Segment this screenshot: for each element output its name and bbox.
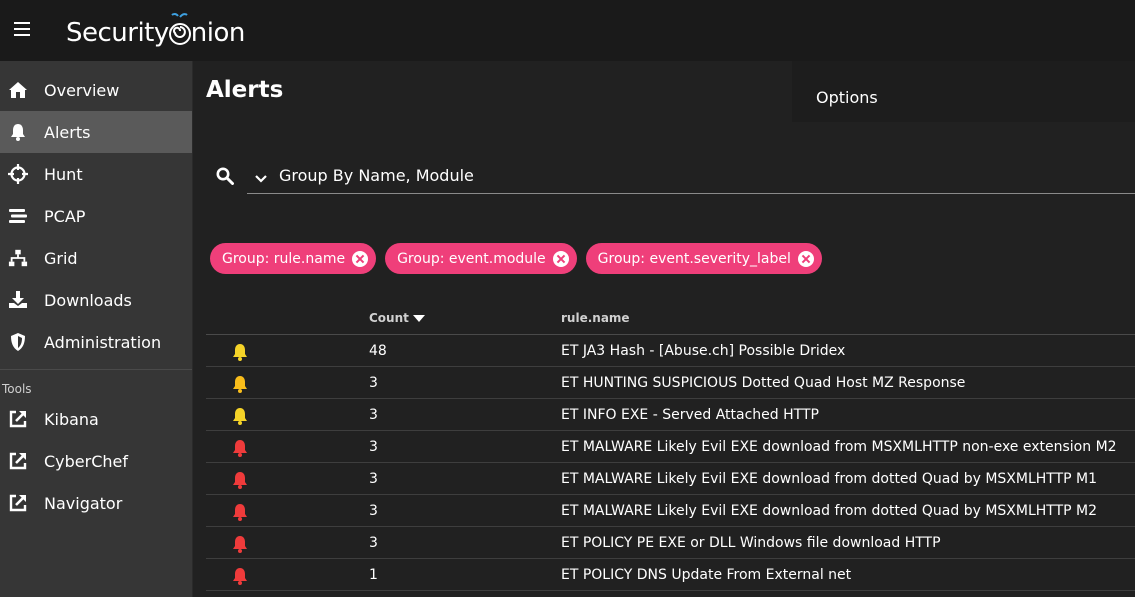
- sidebar-item-kibana[interactable]: Kibana: [0, 398, 192, 440]
- stream-icon: [8, 206, 28, 226]
- external-link-icon: [8, 451, 28, 471]
- page-title: Alerts: [206, 77, 284, 103]
- table-row[interactable]: 3 ET MALWARE Likely Evil EXE download fro…: [206, 431, 1135, 463]
- sidebar-item-label: Overview: [44, 80, 120, 100]
- group-by-chips: Group: rule.name Group: event.module Gro…: [210, 243, 822, 274]
- rule-name-cell[interactable]: ET HUNTING SUSPICIOUS Dotted Quad Host M…: [561, 375, 965, 391]
- options-panel-header[interactable]: Options: [792, 61, 1135, 122]
- rule-name-cell[interactable]: ET MALWARE Likely Evil EXE download from…: [561, 439, 1117, 455]
- rule-name-cell[interactable]: ET MALWARE Likely Evil EXE download from…: [561, 503, 1097, 519]
- external-link-icon: [8, 493, 28, 513]
- count-cell: 3: [369, 375, 378, 391]
- tools-section-label: Tools: [2, 382, 32, 396]
- sitemap-icon: [8, 248, 28, 268]
- security-onion-logo[interactable]: Security nion: [66, 12, 245, 48]
- bell-icon[interactable]: [232, 535, 248, 557]
- navigation-drawer: Overview Alerts Hunt PCAP Grid Downloads: [0, 61, 193, 597]
- bell-icon: [8, 122, 28, 142]
- chip-label: Group: event.severity_label: [597, 250, 791, 267]
- crosshairs-icon: [8, 164, 28, 184]
- table-row[interactable]: 3 ET MALWARE Likely Evil EXE download fro…: [206, 463, 1135, 495]
- sidebar-item-hunt[interactable]: Hunt: [0, 153, 192, 195]
- chip-group-event-module[interactable]: Group: event.module: [385, 243, 577, 274]
- chevron-down-icon[interactable]: [255, 168, 267, 187]
- sidebar-item-label: Navigator: [44, 493, 123, 513]
- chip-group-event-severity-label[interactable]: Group: event.severity_label: [585, 243, 822, 274]
- external-link-icon: [8, 409, 28, 429]
- count-cell: 3: [369, 503, 378, 519]
- chip-label: Group: event.module: [397, 250, 546, 267]
- sidebar-item-label: CyberChef: [44, 451, 129, 471]
- sidebar-item-navigator[interactable]: Navigator: [0, 482, 192, 524]
- count-cell: 48: [369, 343, 387, 359]
- sidebar-item-label: PCAP: [44, 206, 86, 226]
- rule-name-cell[interactable]: ET POLICY DNS Update From External net: [561, 567, 851, 583]
- rule-name-cell[interactable]: ET POLICY PE EXE or DLL Windows file dow…: [561, 535, 941, 551]
- bell-icon[interactable]: [232, 471, 248, 493]
- rule-name-cell[interactable]: ET MALWARE Likely Evil EXE download from…: [561, 471, 1097, 487]
- bell-icon[interactable]: [232, 567, 248, 589]
- sidebar-item-cyberchef[interactable]: CyberChef: [0, 440, 192, 482]
- column-header-label: Count: [369, 311, 409, 325]
- column-header-rule-name[interactable]: rule.name: [561, 311, 630, 325]
- menu-icon[interactable]: [14, 22, 30, 38]
- column-header-count[interactable]: Count: [369, 311, 425, 325]
- table-row[interactable]: 48 ET JA3 Hash - [Abuse.ch] Possible Drid…: [206, 335, 1135, 367]
- close-icon[interactable]: [352, 250, 369, 267]
- table-body: 48 ET JA3 Hash - [Abuse.ch] Possible Drid…: [206, 335, 1135, 591]
- download-icon: [8, 290, 28, 310]
- count-cell: 3: [369, 471, 378, 487]
- table-header: Count rule.name: [206, 301, 1135, 335]
- rule-name-cell[interactable]: ET JA3 Hash - [Abuse.ch] Possible Dridex: [561, 343, 845, 359]
- home-icon: [8, 80, 28, 100]
- sidebar-item-alerts[interactable]: Alerts: [0, 111, 192, 153]
- logo-text-security: Security: [66, 18, 169, 48]
- sidebar-item-label: Grid: [44, 248, 78, 268]
- sidebar-item-grid[interactable]: Grid: [0, 237, 192, 279]
- chip-label: Group: rule.name: [222, 250, 346, 267]
- sidebar-item-label: Hunt: [44, 164, 83, 184]
- query-text: Group By Name, Module: [279, 166, 474, 185]
- sidebar-item-label: Administration: [44, 332, 162, 352]
- table-row[interactable]: 3 ET POLICY PE EXE or DLL Windows file do…: [206, 527, 1135, 559]
- chip-group-rule-name[interactable]: Group: rule.name: [210, 243, 377, 274]
- query-select[interactable]: Group By Name, Module: [247, 156, 1135, 194]
- table-row[interactable]: 3 ET HUNTING SUSPICIOUS Dotted Quad Host …: [206, 367, 1135, 399]
- count-cell: 1: [369, 567, 378, 583]
- sidebar-item-administration[interactable]: Administration: [0, 321, 192, 363]
- count-cell: 3: [369, 439, 378, 455]
- top-app-bar: Security nion: [0, 0, 1135, 61]
- bell-icon[interactable]: [232, 503, 248, 525]
- logo-text-onion: nion: [190, 18, 246, 48]
- alerts-table: Count rule.name 48 ET JA3 Hash - [Abuse.c…: [206, 301, 1135, 591]
- close-icon[interactable]: [552, 250, 569, 267]
- bell-icon[interactable]: [232, 407, 248, 429]
- close-icon[interactable]: [797, 250, 814, 267]
- sidebar-item-label: Alerts: [44, 122, 91, 142]
- sidebar-item-downloads[interactable]: Downloads: [0, 279, 192, 321]
- main-content: Alerts Options Group By Name, Module Gro…: [193, 61, 1135, 597]
- count-cell: 3: [369, 535, 378, 551]
- table-row[interactable]: 3 ET MALWARE Likely Evil EXE download fro…: [206, 495, 1135, 527]
- sidebar-item-overview[interactable]: Overview: [0, 69, 192, 111]
- table-row[interactable]: 3 ET INFO EXE - Served Attached HTTP: [206, 399, 1135, 431]
- bell-icon[interactable]: [232, 375, 248, 397]
- sidebar-item-label: Kibana: [44, 409, 99, 429]
- search-icon[interactable]: [216, 167, 234, 189]
- onion-swirl-icon: [168, 12, 191, 48]
- rule-name-cell[interactable]: ET INFO EXE - Served Attached HTTP: [561, 407, 819, 423]
- sort-descending-icon[interactable]: [412, 315, 425, 322]
- bell-icon[interactable]: [232, 343, 248, 365]
- shield-icon: [8, 332, 28, 352]
- table-row[interactable]: 1 ET POLICY DNS Update From External net: [206, 559, 1135, 591]
- sidebar-item-pcap[interactable]: PCAP: [0, 195, 192, 237]
- bell-icon[interactable]: [232, 439, 248, 461]
- sidebar-item-label: Downloads: [44, 290, 132, 310]
- count-cell: 3: [369, 407, 378, 423]
